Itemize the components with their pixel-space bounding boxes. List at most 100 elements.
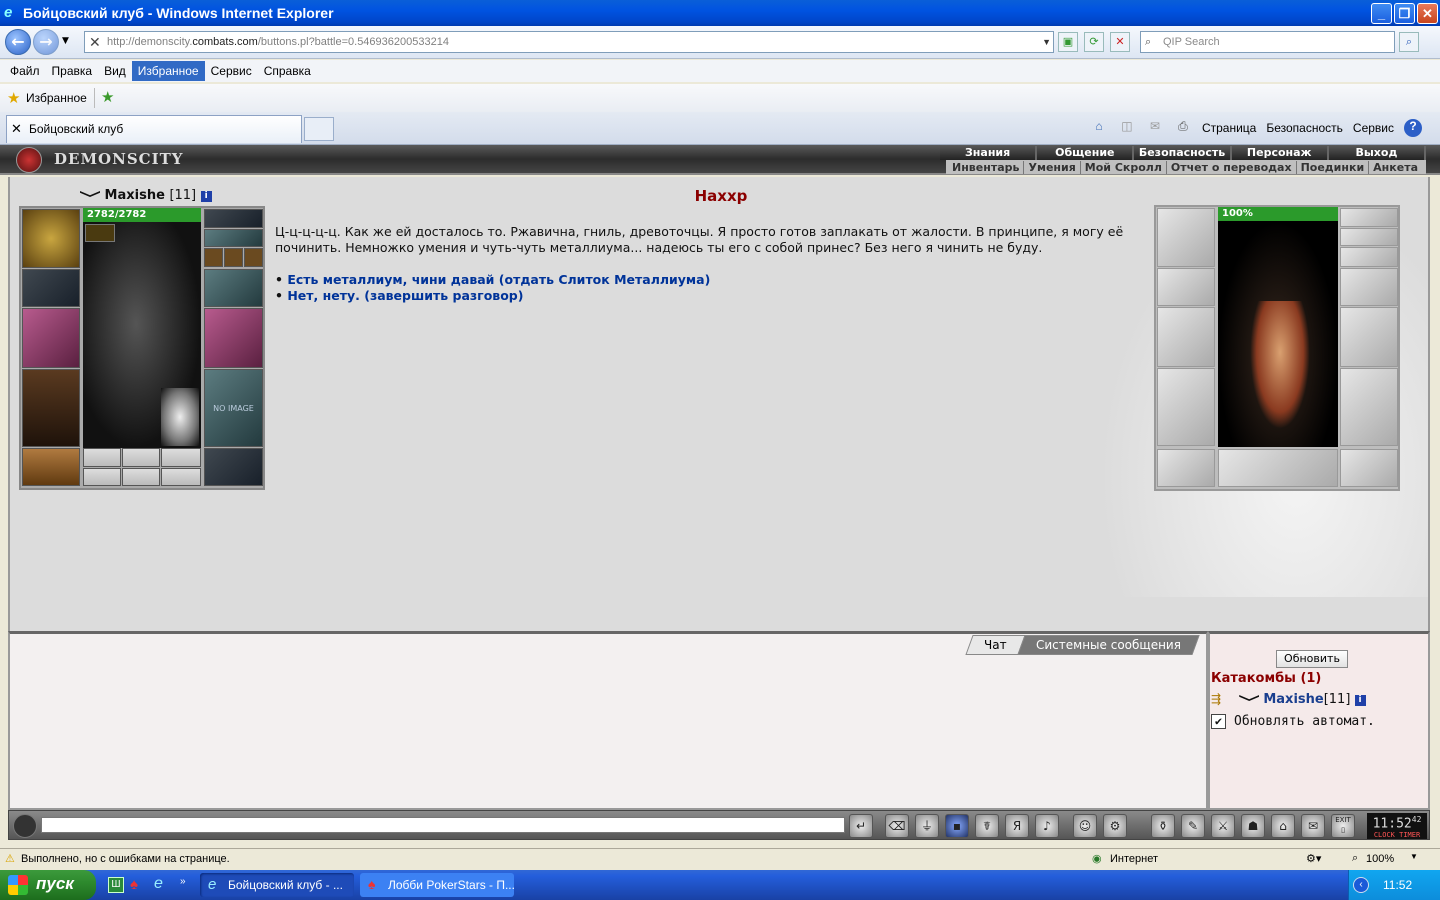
address-dropdown-icon[interactable]: ▼	[1042, 32, 1051, 52]
npc-image[interactable]	[1218, 221, 1338, 447]
submenu-battles[interactable]: Поединки	[1295, 160, 1369, 174]
home-icon[interactable]: ⌂	[1090, 119, 1108, 137]
ring-2-slot[interactable]	[224, 248, 243, 267]
rune-slot-2[interactable]	[122, 468, 160, 486]
new-tab-button[interactable]	[304, 117, 334, 141]
npc-leggings-slot[interactable]	[1340, 368, 1398, 446]
send-icon[interactable]: ↵	[849, 814, 873, 838]
npc-helmet-slot[interactable]	[1157, 208, 1215, 267]
feeds-icon[interactable]: ◫	[1118, 119, 1136, 137]
gloves-slot[interactable]	[204, 269, 263, 307]
forward-button[interactable]: →	[33, 29, 59, 55]
search-icon[interactable]: ⌕	[1399, 32, 1419, 52]
menu-exit[interactable]: Выход	[1328, 146, 1425, 160]
close-button[interactable]: ✕	[1417, 3, 1438, 24]
character-image[interactable]	[83, 222, 201, 448]
task-fight-club[interactable]: e Бойцовский клуб - ...	[200, 873, 354, 897]
tab-chat[interactable]: Чат	[965, 635, 1026, 655]
menu-help[interactable]: Справка	[258, 61, 317, 81]
maximize-button[interactable]: ❐	[1394, 3, 1415, 24]
weapon-left-slot[interactable]	[22, 308, 80, 368]
leggings-slot[interactable]: NO IMAGE	[204, 369, 263, 447]
npc-shield-slot[interactable]	[1340, 307, 1398, 367]
rune-slot-1[interactable]	[83, 468, 121, 486]
chat-mode-icon[interactable]	[13, 814, 37, 838]
submenu-skills[interactable]: Умения	[1023, 160, 1079, 174]
exit-button[interactable]: EXIT ▯	[1331, 814, 1355, 838]
npc-belt-slot[interactable]	[1157, 449, 1215, 487]
helmet-slot[interactable]	[22, 209, 80, 268]
translit-icon[interactable]: Я	[1005, 814, 1029, 838]
refresh-button[interactable]: Обновить	[1276, 650, 1348, 668]
safety-menu[interactable]: Безопасность	[1266, 121, 1343, 135]
menu-security[interactable]: Безопасность	[1134, 146, 1230, 160]
save-log-icon[interactable]: ▪	[945, 814, 969, 838]
menu-edit[interactable]: Правка	[46, 61, 99, 81]
print-icon[interactable]: ⎙	[1174, 119, 1192, 137]
ring-slot-3[interactable]	[161, 448, 201, 467]
npc-bracers-slot[interactable]	[1157, 268, 1215, 306]
npc-gloves-slot[interactable]	[1340, 268, 1398, 306]
menu-tools[interactable]: Сервис	[205, 61, 258, 81]
ring-slot-1[interactable]	[83, 448, 121, 467]
warning-icon[interactable]: ⚠	[5, 852, 15, 865]
history-dropdown-icon[interactable]: ▼	[62, 36, 69, 46]
filter-icon[interactable]: ⏚	[915, 814, 939, 838]
answer-end-conversation[interactable]: Нет, нету. (завершить разговор)	[287, 288, 523, 303]
belt-slot[interactable]	[22, 448, 80, 486]
compat-view-icon[interactable]: ▣	[1058, 32, 1078, 52]
submenu-profile[interactable]: Анкета	[1368, 160, 1422, 174]
pet-image[interactable]	[161, 388, 199, 446]
quicklaunch-more-icon[interactable]: »	[180, 876, 186, 887]
address-field[interactable]: ✕ http://demonscity.combats.com/buttons.…	[84, 31, 1054, 53]
sound-icon[interactable]: ♪	[1035, 814, 1059, 838]
task-pokerstars[interactable]: ♠ Лобби PokerStars - П...	[360, 873, 514, 897]
boots-slot[interactable]	[204, 448, 263, 486]
chat-settings-icon[interactable]: ⚙	[1103, 814, 1127, 838]
menu-communication[interactable]: Общение	[1037, 146, 1133, 160]
tray-clock[interactable]: 11:52	[1383, 878, 1412, 892]
info-icon[interactable]: i	[1354, 695, 1366, 706]
menu-knowledge[interactable]: Знания	[940, 146, 1036, 160]
armor-slot[interactable]	[22, 369, 80, 447]
ring-1-slot[interactable]	[204, 248, 223, 267]
protected-mode-icon[interactable]: ⚙▾	[1306, 852, 1321, 865]
search-input[interactable]: ⌕ QIP Search	[1140, 31, 1395, 53]
tools-menu[interactable]: Сервис	[1353, 121, 1394, 135]
menu-favorites[interactable]: Избранное	[131, 61, 205, 81]
clear-icon[interactable]: ⌫	[885, 814, 909, 838]
npc-amulet-slot[interactable]	[1340, 228, 1398, 246]
menu-view[interactable]: Вид	[98, 61, 132, 81]
bracers-slot[interactable]	[22, 269, 80, 307]
quicklaunch-pokerstars-icon[interactable]: ♠	[130, 876, 138, 893]
answer-give-metallium[interactable]: Есть металлиум, чини давай (отдать Слито…	[287, 272, 710, 287]
quicklaunch-desktop-icon[interactable]: Ш	[108, 877, 124, 893]
chat-input[interactable]	[41, 817, 845, 833]
earrings-slot[interactable]	[204, 209, 263, 228]
weapon-right-slot[interactable]	[204, 308, 263, 368]
npc-boots-slot[interactable]	[1340, 449, 1398, 487]
start-button[interactable]: пуск	[0, 870, 96, 900]
quicklaunch-ie-icon[interactable]: e	[154, 875, 163, 893]
private-message-icon[interactable]: ⇶	[1211, 692, 1221, 706]
effect-icon[interactable]	[85, 224, 115, 242]
stop-icon[interactable]: ✕	[1110, 32, 1130, 52]
favorites-button[interactable]: Избранное	[26, 91, 87, 105]
status-message[interactable]: Выполнено, но с ошибками на странице.	[21, 853, 230, 865]
submenu-scroll[interactable]: Мой Скролл	[1079, 160, 1166, 174]
scroll-icon[interactable]: ✎	[1181, 814, 1205, 838]
submenu-inventory[interactable]: Инвентарь	[948, 161, 1023, 174]
menu-character[interactable]: Персонаж	[1231, 146, 1327, 160]
ring-3-slot[interactable]	[244, 248, 263, 267]
ring-slot-2[interactable]	[122, 448, 160, 467]
mail-icon[interactable]: ✉	[1301, 814, 1325, 838]
pet-icon[interactable]: ☗	[1241, 814, 1265, 838]
npc-runes-slot[interactable]	[1218, 449, 1338, 487]
menu-file[interactable]: Файл	[4, 61, 46, 81]
emote-icon[interactable]: ☤	[975, 814, 999, 838]
auto-update-checkbox[interactable]: ✔	[1211, 714, 1226, 729]
npc-armor-slot[interactable]	[1157, 368, 1215, 446]
mail-icon[interactable]: ✉	[1146, 119, 1164, 137]
minimize-button[interactable]: _	[1371, 3, 1392, 24]
page-menu[interactable]: Страница	[1202, 121, 1256, 135]
